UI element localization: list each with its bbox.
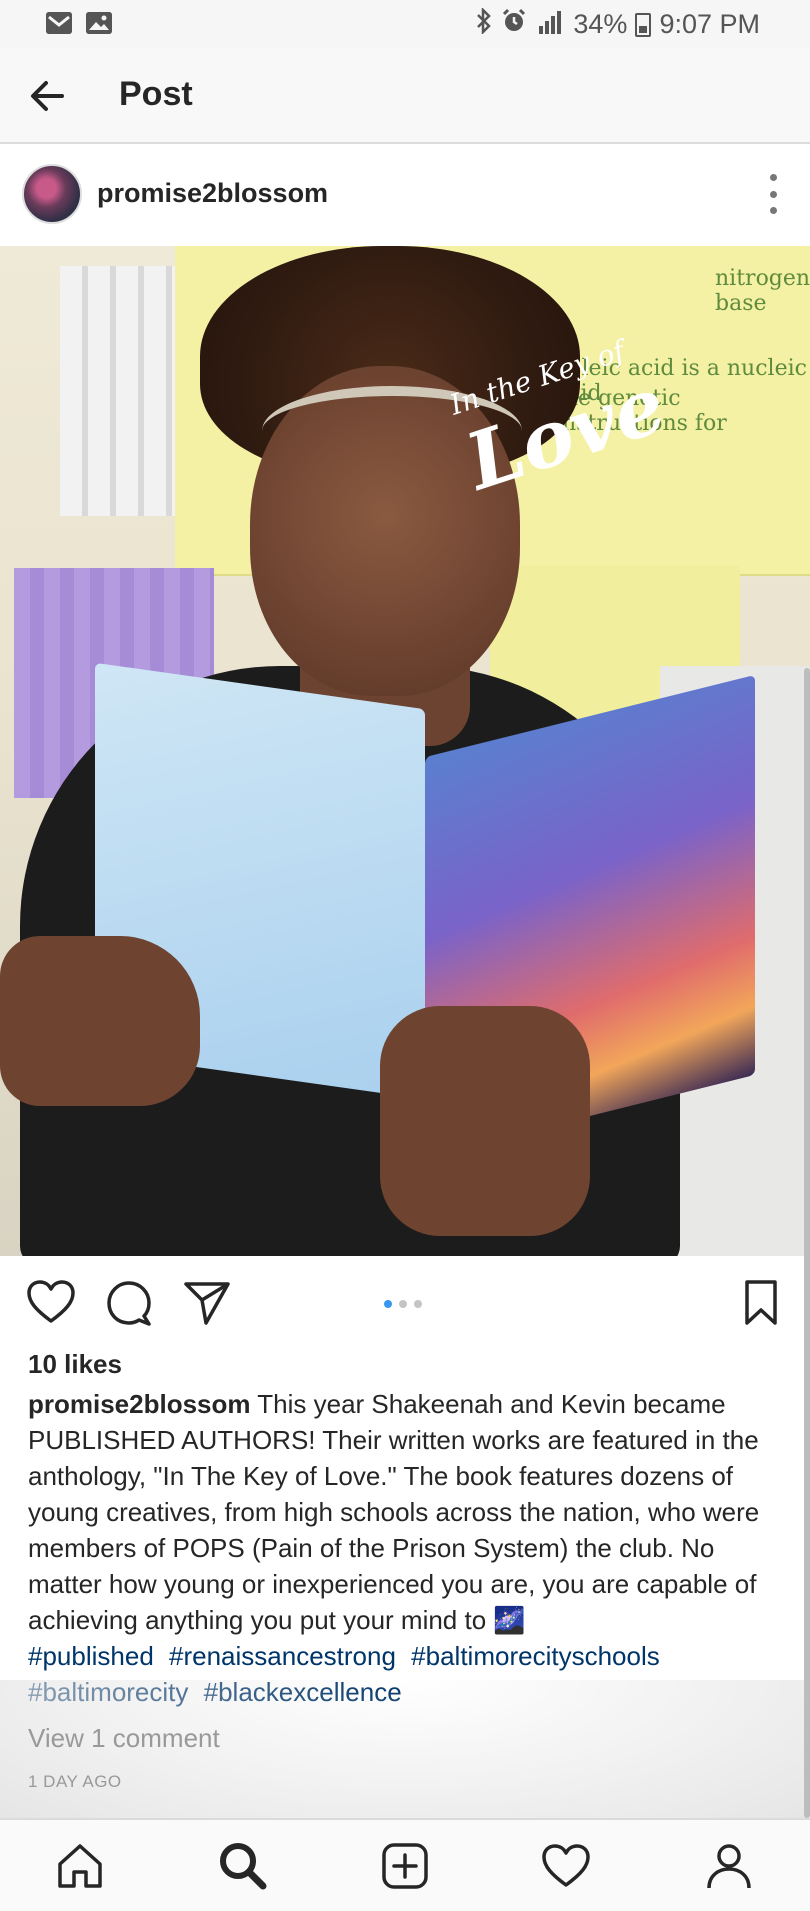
- lte-signal-icon: [535, 8, 565, 41]
- hashtag-link[interactable]: #baltimorecityschools: [411, 1641, 660, 1671]
- avatar[interactable]: [22, 164, 82, 224]
- battery-icon: [635, 12, 652, 37]
- page-title: Post: [119, 75, 193, 113]
- view-comments-link[interactable]: View 1 comment: [28, 1723, 220, 1754]
- carousel-dot: [399, 1300, 407, 1308]
- hashtag-link[interactable]: #published: [28, 1641, 154, 1671]
- search-icon[interactable]: [215, 1838, 271, 1894]
- status-bar: 34% 9:07 PM: [0, 0, 810, 48]
- more-vertical-icon[interactable]: [758, 174, 788, 214]
- comment-icon[interactable]: [104, 1278, 154, 1328]
- hashtag-link[interactable]: #baltimorecity: [28, 1677, 188, 1707]
- bluetooth-icon: [475, 6, 493, 41]
- post-header: promise2blossom: [0, 146, 810, 246]
- hashtag-link[interactable]: #blackexcellence: [204, 1677, 402, 1707]
- carousel-dot: [414, 1300, 422, 1308]
- battery-percent: 34%: [573, 9, 628, 39]
- caption-text: This year Shakeenah and Kevin became PUB…: [28, 1389, 760, 1635]
- clock-time: 9:07 PM: [659, 9, 760, 39]
- like-heart-icon[interactable]: [26, 1278, 76, 1328]
- top-app-bar: Post: [0, 48, 810, 144]
- profile-icon[interactable]: [701, 1838, 757, 1894]
- add-post-icon[interactable]: [377, 1838, 433, 1894]
- caption-username[interactable]: promise2blossom: [28, 1389, 251, 1419]
- carousel-dot: [384, 1300, 392, 1308]
- share-send-icon[interactable]: [182, 1278, 232, 1328]
- post-actions: [0, 1256, 810, 1346]
- activity-heart-icon[interactable]: [538, 1838, 594, 1894]
- save-bookmark-icon[interactable]: [736, 1278, 786, 1328]
- gmail-icon: [46, 12, 72, 34]
- likes-count[interactable]: 10 likes: [28, 1349, 122, 1380]
- post-image[interactable]: ucleic acid is a nucleic acid the geneti…: [0, 246, 810, 1256]
- post-timestamp: 1 DAY AGO: [28, 1772, 122, 1791]
- hashtags: #published #renaissancestrong #baltimore…: [28, 1638, 788, 1710]
- bottom-navigation: [0, 1818, 810, 1911]
- post-caption: promise2blossom This year Shakeenah and …: [28, 1386, 788, 1638]
- gallery-icon: [86, 12, 112, 34]
- scrollbar[interactable]: [804, 668, 810, 1818]
- hashtag-link[interactable]: #renaissancestrong: [169, 1641, 396, 1671]
- home-icon[interactable]: [52, 1838, 108, 1894]
- post-author-username[interactable]: promise2blossom: [97, 178, 328, 209]
- carousel-indicator: [384, 1300, 422, 1308]
- alarm-icon: [501, 8, 527, 41]
- back-arrow-icon[interactable]: [26, 74, 70, 118]
